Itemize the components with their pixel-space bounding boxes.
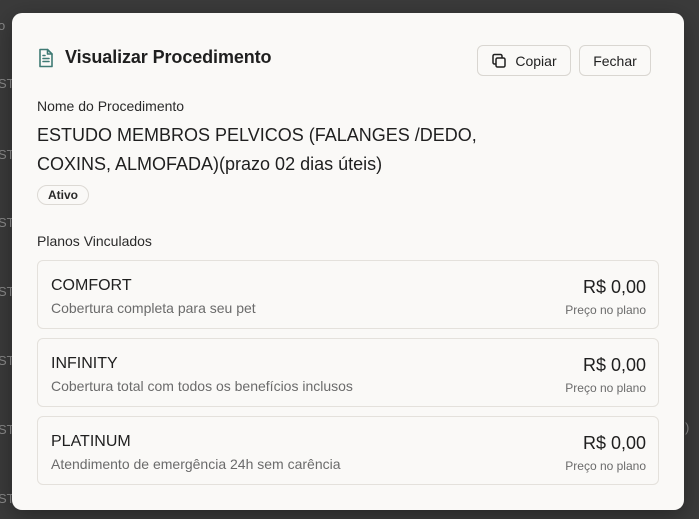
backdrop-text: ST — [0, 491, 12, 506]
plan-description: Cobertura completa para seu pet — [51, 300, 256, 316]
procedure-name: ESTUDO MEMBROS PELVICOS (FALANGES /DEDO,… — [37, 125, 477, 174]
procedure-view-dialog: Visualizar Procedimento Copiar Fechar No… — [12, 13, 684, 510]
plan-name: INFINITY — [51, 355, 118, 372]
backdrop-text: ST — [0, 76, 12, 91]
plan-name: PLATINUM — [51, 433, 131, 450]
plan-card: COMFORT Cobertura completa para seu pet … — [37, 260, 659, 329]
copy-icon — [491, 53, 507, 69]
plan-name: COMFORT — [51, 277, 132, 294]
backdrop-text: ST — [0, 284, 12, 299]
linked-plans-label: Planos Vinculados — [37, 233, 152, 249]
plan-price-label: Preço no plano — [565, 381, 646, 395]
dialog-title-group: Visualizar Procedimento — [37, 47, 272, 68]
plan-description: Cobertura total com todos os benefícios … — [51, 378, 353, 394]
plan-description: Atendimento de emergência 24h sem carênc… — [51, 456, 341, 472]
plan-price: R$ 0,00 — [582, 433, 646, 453]
document-icon — [37, 48, 55, 68]
copy-button[interactable]: Copiar — [477, 45, 571, 76]
plan-price: R$ 0,00 — [582, 355, 646, 375]
backdrop-text: ) — [685, 420, 690, 435]
plan-price-label: Preço no plano — [565, 459, 646, 473]
plan-card: INFINITY Cobertura total com todos os be… — [37, 338, 659, 407]
backdrop-text: ST — [0, 215, 12, 230]
close-button[interactable]: Fechar — [579, 45, 651, 76]
procedure-name-label: Nome do Procedimento — [37, 98, 185, 114]
linked-plans-list: COMFORT Cobertura completa para seu pet … — [37, 260, 659, 494]
copy-button-label: Copiar — [515, 52, 557, 69]
plan-price: R$ 0,00 — [582, 277, 646, 297]
backdrop-text: ST — [0, 147, 12, 162]
plan-card: PLATINUM Atendimento de emergência 24h s… — [37, 416, 659, 485]
plan-price-label: Preço no plano — [565, 303, 646, 317]
backdrop-text: ST — [0, 422, 12, 437]
dialog-header: Visualizar Procedimento Copiar Fechar — [37, 45, 659, 79]
dialog-title: Visualizar Procedimento — [65, 47, 272, 67]
backdrop-text: o — [0, 18, 6, 33]
backdrop-text: ST — [0, 353, 12, 368]
status-badge: Ativo — [37, 185, 89, 205]
